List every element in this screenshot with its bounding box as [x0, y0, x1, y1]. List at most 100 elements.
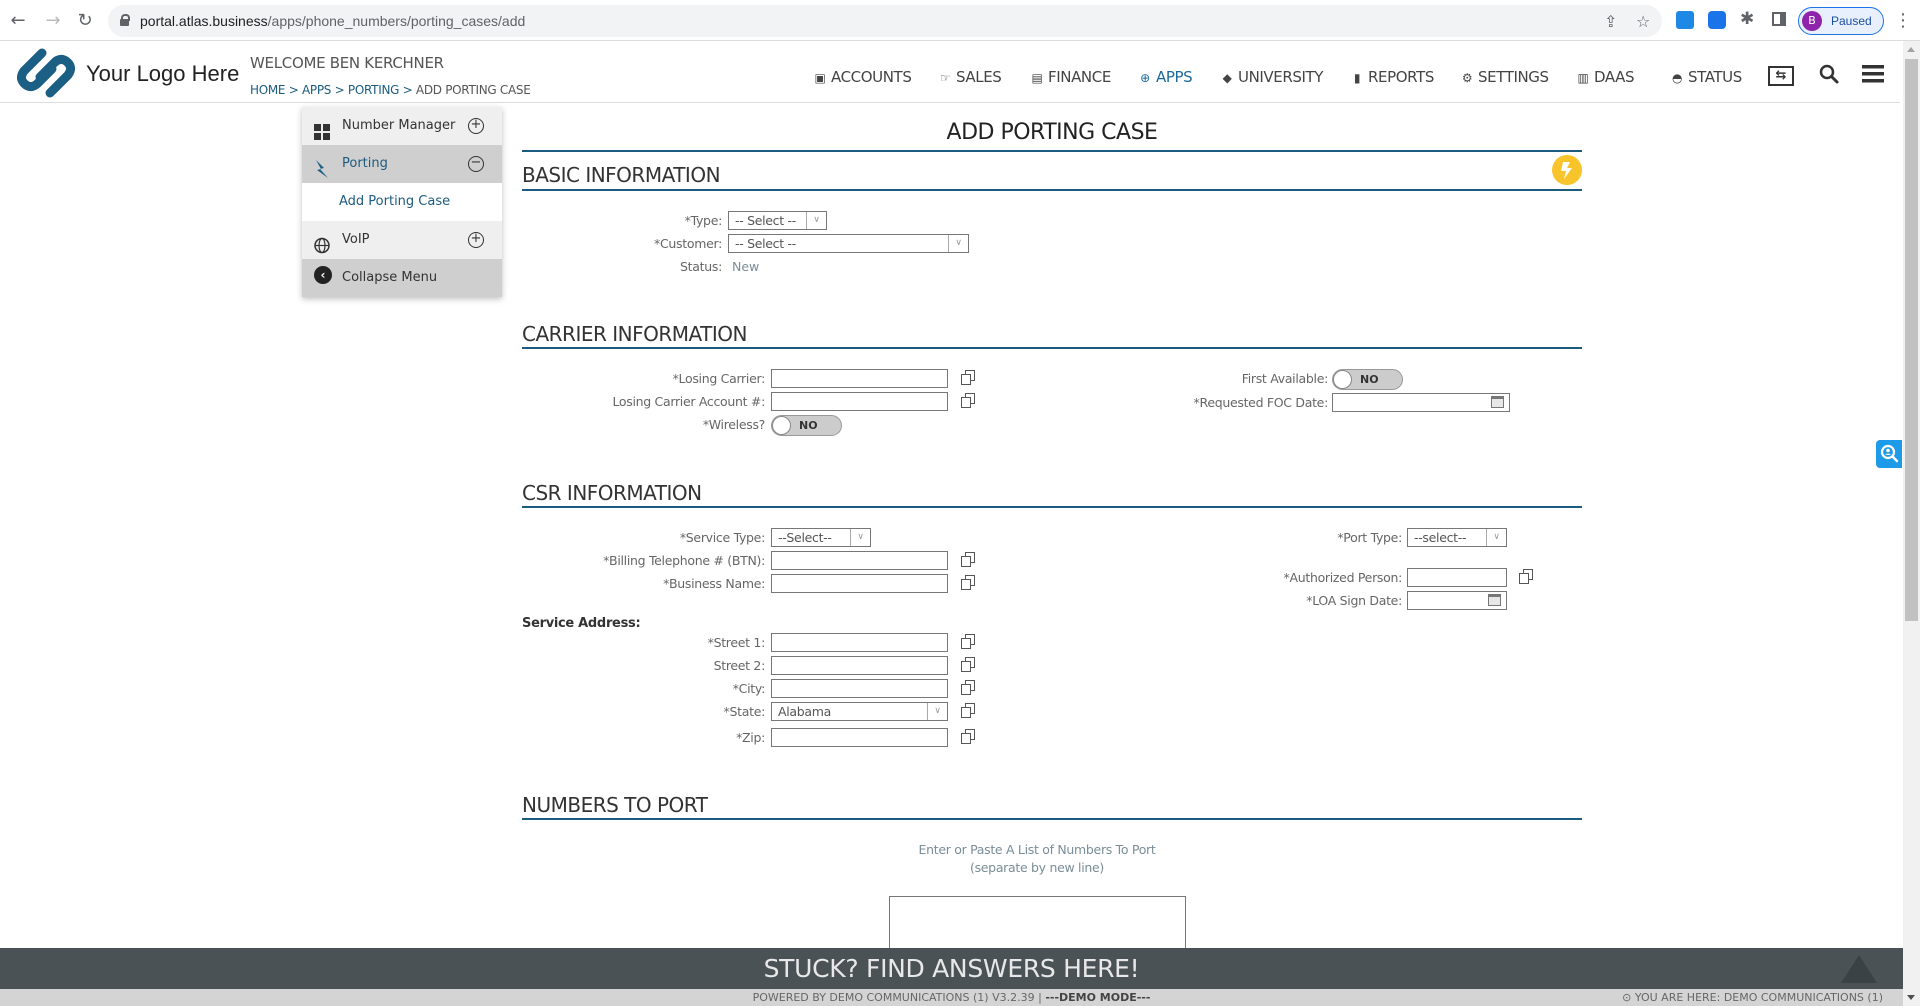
- profile-button[interactable]: B Paused: [1798, 7, 1884, 35]
- chevron-down-icon: ∨: [948, 235, 968, 252]
- breadcrumb-apps[interactable]: APPS: [302, 83, 331, 97]
- service-type-select[interactable]: --Select-- ∨: [771, 528, 871, 547]
- nav-label: FINANCE: [1048, 68, 1111, 86]
- street2-input[interactable]: [771, 656, 948, 675]
- menu-subitem-add-porting-case[interactable]: Add Porting Case: [302, 183, 502, 221]
- collapse-minus-icon[interactable]: −: [468, 156, 484, 172]
- scroll-down-icon[interactable]: [1907, 995, 1915, 1000]
- copy-icon[interactable]: [961, 552, 975, 567]
- back-to-top-icon[interactable]: [1841, 955, 1877, 983]
- menu-item-voip[interactable]: VoIP +: [302, 221, 502, 259]
- nav-accounts[interactable]: ▣ ACCOUNTS: [813, 68, 912, 86]
- first-available-toggle[interactable]: NO: [1332, 369, 1403, 390]
- breadcrumb-porting[interactable]: PORTING: [348, 83, 400, 97]
- nav-status[interactable]: ◓ STATUS: [1670, 68, 1742, 86]
- copy-icon[interactable]: [1519, 569, 1533, 584]
- losing-carrier-account-input[interactable]: [771, 392, 948, 411]
- bookmark-star-icon[interactable]: ☆: [1636, 12, 1650, 31]
- btn-input[interactable]: [771, 551, 948, 570]
- nav-label: DAAS: [1594, 68, 1635, 86]
- type-value: -- Select --: [735, 213, 796, 228]
- nav-university[interactable]: ◆ UNIVERSITY: [1220, 68, 1324, 86]
- nav-sales[interactable]: ☞ SALES: [938, 68, 1002, 86]
- copy-icon[interactable]: [961, 680, 975, 695]
- nav-apps[interactable]: ⊕ APPS: [1138, 68, 1193, 86]
- zip-label: *Zip:: [736, 730, 765, 745]
- signal-icon: ◓: [1671, 71, 1683, 85]
- logo-text[interactable]: Your Logo Here: [86, 61, 239, 87]
- porting-bolt-badge-icon[interactable]: [1552, 155, 1582, 185]
- side-search-widget[interactable]: [1876, 440, 1902, 468]
- logo-icon[interactable]: [12, 45, 80, 101]
- numbers-textarea[interactable]: [889, 896, 1186, 956]
- copy-icon[interactable]: [961, 634, 975, 649]
- street1-input[interactable]: [771, 633, 948, 652]
- copy-icon[interactable]: [961, 393, 975, 408]
- type-select[interactable]: -- Select -- ∨: [728, 211, 827, 230]
- calendar-icon[interactable]: [1488, 594, 1501, 606]
- wireless-label: *Wireless?: [702, 417, 765, 432]
- state-select[interactable]: Alabama ∨: [771, 702, 948, 721]
- nav-label: REPORTS: [1368, 68, 1434, 86]
- nav-reports[interactable]: ▮ REPORTS: [1350, 68, 1434, 86]
- copy-icon[interactable]: [961, 575, 975, 590]
- menu-item-label: Add Porting Case: [339, 194, 451, 209]
- foc-date-input[interactable]: [1332, 393, 1510, 412]
- menu-item-number-manager[interactable]: Number Manager +: [302, 107, 502, 145]
- menu-item-collapse[interactable]: ‹ Collapse Menu: [302, 259, 502, 297]
- reload-button[interactable]: ↻: [74, 10, 96, 32]
- address-bar[interactable]: portal.atlas.business/apps/phone_numbers…: [108, 5, 1662, 37]
- page-scrollbar[interactable]: [1903, 41, 1920, 1006]
- scroll-up-icon[interactable]: [1907, 47, 1915, 52]
- back-button[interactable]: ←: [7, 10, 29, 32]
- breadcrumb-home[interactable]: HOME: [250, 83, 286, 97]
- share-icon[interactable]: ⇪: [1604, 12, 1617, 31]
- copy-icon[interactable]: [961, 370, 975, 385]
- nav-label: SETTINGS: [1478, 68, 1549, 86]
- extensions-puzzle-icon[interactable]: ✱: [1740, 9, 1754, 29]
- hamburger-menu-icon[interactable]: [1862, 63, 1888, 87]
- customer-select[interactable]: -- Select -- ∨: [728, 234, 969, 253]
- type-label: *Type:: [684, 213, 723, 228]
- nav-settings[interactable]: ⚙ SETTINGS: [1460, 68, 1549, 86]
- calculator-icon: ▤: [1031, 71, 1043, 85]
- expand-width-icon[interactable]: ⇆: [1768, 66, 1794, 86]
- expand-plus-icon[interactable]: +: [468, 118, 484, 134]
- divider: [522, 506, 1582, 508]
- side-panel-icon[interactable]: [1772, 12, 1786, 26]
- copy-icon[interactable]: [961, 729, 975, 744]
- footer-center: POWERED BY DEMO COMMUNICATIONS (1) V3.2.…: [0, 989, 1903, 1006]
- wireless-toggle[interactable]: NO: [771, 415, 842, 436]
- nav-finance[interactable]: ▤ FINANCE: [1030, 68, 1112, 86]
- gears-icon: ⚙: [1461, 71, 1473, 85]
- loa-sign-date-input[interactable]: [1407, 591, 1507, 610]
- business-name-input[interactable]: [771, 574, 948, 593]
- business-name-label: *Business Name:: [663, 576, 765, 591]
- port-type-value: --select--: [1414, 530, 1467, 545]
- losing-carrier-input[interactable]: [771, 369, 948, 388]
- forward-button[interactable]: →: [42, 10, 64, 32]
- street2-label: Street 2:: [713, 658, 766, 673]
- scroll-thumb[interactable]: [1905, 59, 1918, 621]
- authorized-person-input[interactable]: [1407, 568, 1507, 587]
- menu-item-porting[interactable]: Porting −: [302, 145, 502, 183]
- extension-d-icon[interactable]: [1708, 11, 1726, 29]
- chevron-down-icon: ∨: [1486, 529, 1506, 546]
- customer-label: *Customer:: [654, 236, 722, 251]
- help-banner[interactable]: STUCK? FIND ANSWERS HERE!: [0, 948, 1903, 989]
- calendar-icon[interactable]: [1491, 396, 1504, 408]
- port-type-select[interactable]: --select-- ∨: [1407, 528, 1507, 547]
- porting-bolt-icon: [314, 156, 330, 178]
- search-icon[interactable]: [1818, 63, 1844, 87]
- extension-search-icon[interactable]: [1676, 11, 1694, 29]
- zip-input[interactable]: [771, 728, 948, 747]
- browser-menu-icon[interactable]: ⋮: [1894, 10, 1912, 31]
- url-text: portal.atlas.business/apps/phone_numbers…: [140, 5, 525, 37]
- nav-daas[interactable]: ▥ DAAS: [1576, 68, 1635, 86]
- city-input[interactable]: [771, 679, 948, 698]
- copy-icon[interactable]: [961, 657, 975, 672]
- breadcrumb-sep: >: [331, 83, 348, 97]
- expand-plus-icon[interactable]: +: [468, 232, 484, 248]
- handshake-icon: ☞: [939, 71, 951, 85]
- copy-icon[interactable]: [961, 703, 975, 718]
